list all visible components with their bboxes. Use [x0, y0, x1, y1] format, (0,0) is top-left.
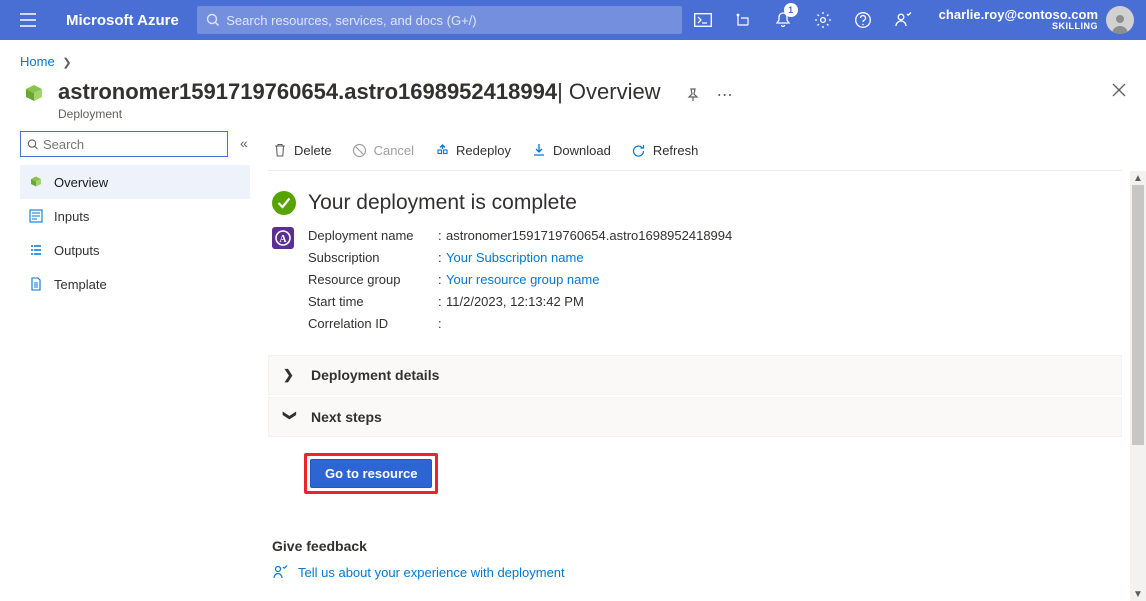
breadcrumb-home[interactable]: Home — [20, 54, 55, 69]
collapse-sidebar-icon[interactable]: « — [240, 135, 248, 151]
section-next-steps[interactable]: ❯ Next steps — [268, 397, 1122, 437]
feedback-title: Give feedback — [272, 538, 1122, 554]
feedback-person-icon — [272, 564, 288, 580]
global-search-input[interactable] — [220, 13, 674, 28]
sidebar-search-input[interactable] — [43, 137, 221, 152]
breadcrumb: Home ❯ — [0, 40, 1146, 75]
success-check-icon — [272, 191, 296, 215]
deployment-details: A Deployment name:astronomer159171976065… — [272, 225, 1122, 335]
download-icon — [531, 143, 547, 159]
sidebar-item-outputs[interactable]: Outputs — [20, 233, 250, 267]
help-icon[interactable] — [843, 0, 883, 40]
sidebar-item-label: Template — [54, 277, 107, 292]
page-header: astronomer1591719760654.astro16989524189… — [0, 75, 1146, 131]
cube-icon — [28, 174, 44, 190]
scroll-down-icon[interactable]: ▼ — [1131, 587, 1145, 601]
feedback-link[interactable]: Tell us about your experience with deplo… — [298, 565, 565, 580]
document-icon — [28, 276, 44, 292]
notification-badge: 1 — [784, 3, 798, 17]
page-subtitle: Deployment — [58, 107, 661, 121]
user-account[interactable]: charlie.roy@contoso.com SKILLING — [923, 8, 1106, 32]
sidebar-search[interactable] — [20, 131, 228, 157]
go-to-resource-highlight: Go to resource — [304, 453, 438, 494]
more-icon[interactable]: ⋯ — [717, 85, 735, 105]
chevron-right-icon: ❯ — [62, 57, 71, 69]
hamburger-icon[interactable] — [8, 0, 48, 40]
settings-icon[interactable] — [803, 0, 843, 40]
form-icon — [28, 208, 44, 224]
redeploy-button[interactable]: Redeploy — [434, 143, 511, 159]
notifications-icon[interactable]: 1 — [763, 0, 803, 40]
toolbar: Delete Cancel Redeploy Download — [268, 131, 1122, 171]
chevron-down-icon: ❯ — [282, 410, 298, 424]
user-email: charlie.roy@contoso.com — [939, 8, 1098, 22]
scroll-up-icon[interactable]: ▲ — [1131, 171, 1145, 185]
section-deployment-details[interactable]: ❯ Deployment details — [268, 355, 1122, 395]
brand-label[interactable]: Microsoft Azure — [48, 12, 197, 29]
cloud-shell-icon[interactable] — [683, 0, 723, 40]
chevron-right-icon: ❯ — [283, 367, 297, 383]
list-icon — [28, 242, 44, 258]
feedback-link-row: Tell us about your experience with deplo… — [272, 564, 1122, 580]
trash-icon — [272, 143, 288, 159]
close-icon[interactable] — [1112, 83, 1126, 97]
top-bar: Microsoft Azure 1 charlie.roy@contoso.co… — [0, 0, 1146, 40]
delete-button[interactable]: Delete — [272, 143, 332, 159]
search-icon — [205, 12, 220, 28]
redeploy-icon — [434, 143, 450, 159]
product-icon: A — [272, 227, 294, 249]
download-button[interactable]: Download — [531, 143, 611, 159]
sidebar-item-label: Outputs — [54, 243, 100, 258]
sidebar-item-label: Overview — [54, 175, 108, 190]
scrollbar[interactable]: ▲ ▼ — [1130, 171, 1146, 601]
sidebar-item-label: Inputs — [54, 209, 89, 224]
refresh-button[interactable]: Refresh — [631, 143, 699, 159]
main-content: Delete Cancel Redeploy Download — [260, 131, 1146, 601]
sidebar-item-overview[interactable]: Overview — [20, 165, 250, 199]
global-search[interactable] — [197, 6, 682, 34]
cancel-icon — [352, 143, 368, 159]
page-title: astronomer1591719760654.astro16989524189… — [58, 79, 661, 105]
avatar[interactable] — [1106, 6, 1134, 34]
sidebar: « Overview Inputs Outputs Template — [0, 131, 260, 601]
sidebar-item-inputs[interactable]: Inputs — [20, 199, 250, 233]
pin-icon[interactable] — [685, 87, 701, 103]
status-heading: Your deployment is complete — [272, 191, 1122, 215]
subscription-link[interactable]: Your Subscription name — [446, 250, 584, 265]
user-tenant: SKILLING — [939, 22, 1098, 32]
feedback-icon[interactable] — [883, 0, 923, 40]
go-to-resource-button[interactable]: Go to resource — [310, 459, 432, 488]
cancel-button: Cancel — [352, 143, 414, 159]
sidebar-item-template[interactable]: Template — [20, 267, 250, 301]
directories-icon[interactable] — [723, 0, 763, 40]
svg-text:A: A — [279, 234, 287, 245]
scrollbar-thumb[interactable] — [1132, 185, 1144, 445]
refresh-icon — [631, 143, 647, 159]
resource-type-icon — [20, 81, 48, 109]
resource-group-link[interactable]: Your resource group name — [446, 272, 599, 287]
